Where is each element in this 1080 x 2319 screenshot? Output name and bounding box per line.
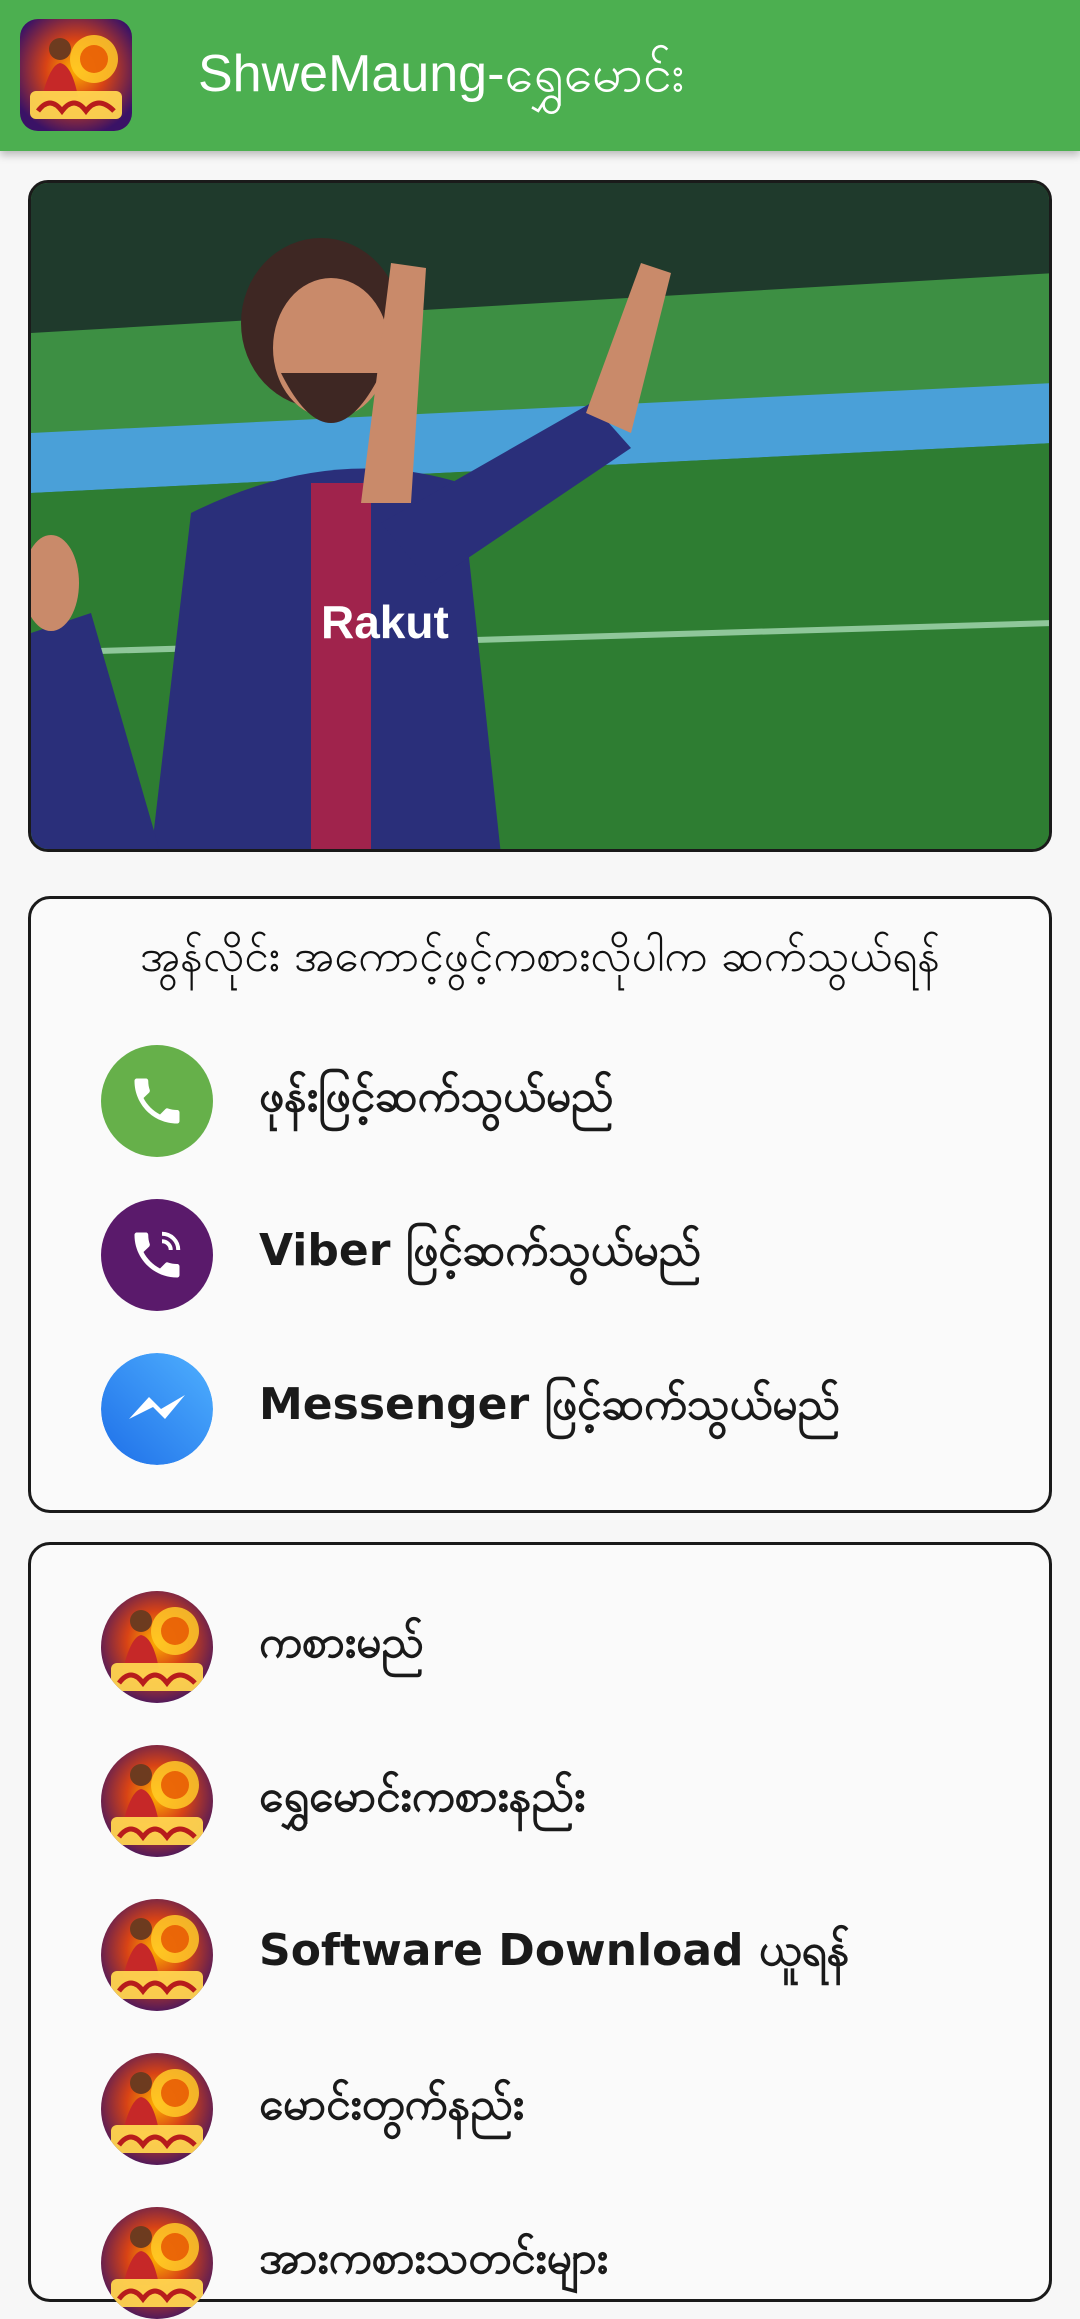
shwemaung-logo-icon (101, 1745, 213, 1857)
menu-item-how-to-play[interactable]: ရွှေမောင်းကစားနည်း (101, 1745, 1001, 1857)
app-bar: ShweMaung-ရွှေမောင်း (0, 0, 1080, 151)
menu-item-label: ရွှေမောင်းကစားနည်း (259, 1771, 586, 1822)
svg-text:Rakut: Rakut (321, 596, 449, 648)
messenger-contact-label: Messenger ဖြင့်ဆက်သွယ်မည် (259, 1379, 840, 1430)
menu-item-label: Software Download ယူရန် (259, 1925, 850, 1976)
contact-heading: အွန်လိုင်း အကောင့်ဖွင့်ကစားလိုပါက ဆက်သွယ… (139, 931, 941, 982)
viber-contact-label: Viber ဖြင့်ဆက်သွယ်မည် (259, 1225, 702, 1276)
menu-item-sports-news[interactable]: အားကစားသတင်းများ (101, 2207, 1001, 2319)
shwemaung-logo-icon (20, 19, 132, 131)
viber-contact-button[interactable]: Viber ဖြင့်ဆက်သွယ်မည် (101, 1199, 1001, 1311)
shwemaung-logo-icon (101, 2207, 213, 2319)
phone-icon (101, 1045, 213, 1157)
menu-item-play[interactable]: ကစားမည် (101, 1591, 1001, 1703)
menu-item-label: မောင်းတွက်နည်း (259, 2079, 525, 2130)
football-player-celebration-image: Rakut (28, 180, 1052, 852)
app-title: ShweMaung-ရွှေမောင်း (198, 45, 685, 103)
shwemaung-logo-icon (101, 2053, 213, 2165)
messenger-contact-button[interactable]: Messenger ဖြင့်ဆက်သွယ်မည် (101, 1353, 1001, 1465)
menu-item-calculation[interactable]: မောင်းတွက်နည်း (101, 2053, 1001, 2165)
menu-item-label: ကစားမည် (259, 1617, 424, 1668)
viber-icon (101, 1199, 213, 1311)
phone-contact-button[interactable]: ဖုန်းဖြင့်ဆက်သွယ်မည် (101, 1045, 1001, 1157)
menu-item-software-download[interactable]: Software Download ယူရန် (101, 1899, 1001, 2011)
contact-card: အွန်လိုင်း အကောင့်ဖွင့်ကစားလိုပါက ဆက်သွယ… (28, 896, 1052, 1513)
phone-contact-label: ဖုန်းဖြင့်ဆက်သွယ်မည် (259, 1071, 614, 1122)
messenger-icon (101, 1353, 213, 1465)
menu-item-label: အားကစားသတင်းများ (259, 2233, 609, 2284)
menu-card: ကစားမည် ရွှေမောင်းကစားနည်း Software Down… (28, 1542, 1052, 2302)
shwemaung-logo-icon (101, 1899, 213, 2011)
shwemaung-logo-icon (101, 1591, 213, 1703)
